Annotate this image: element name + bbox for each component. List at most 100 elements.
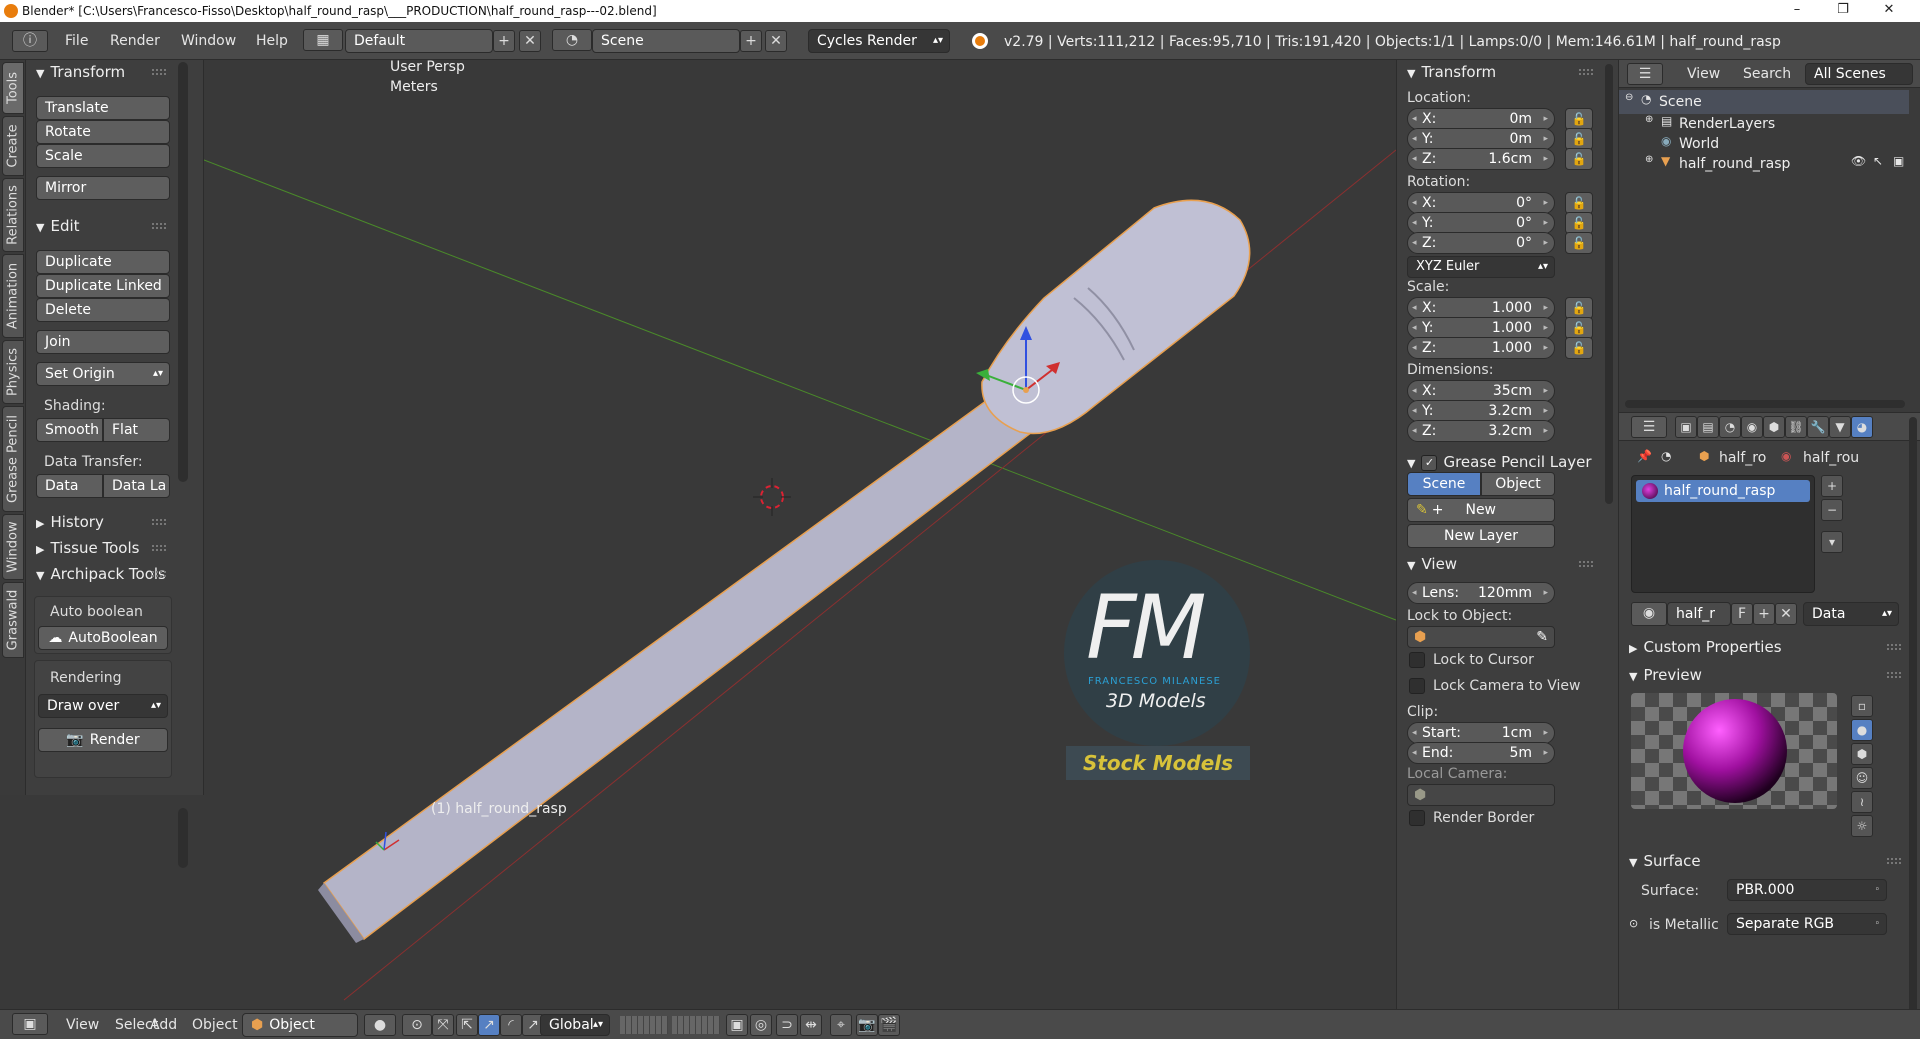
layers-grid-b[interactable] [672,1016,720,1034]
close-window-button[interactable]: ✕ [1866,0,1912,22]
lock-camera-checkbox[interactable] [1409,678,1425,694]
renderlayers-tab-icon[interactable]: ▤ [1697,416,1719,438]
editor-type-info-icon[interactable]: ⓘ [12,30,48,52]
grease-object-button[interactable]: Object [1481,472,1555,496]
render-button[interactable]: 📷 Render [38,728,168,752]
remove-slot-icon[interactable]: − [1821,499,1843,521]
duplicate-button[interactable]: Duplicate [36,250,170,274]
snap-icon[interactable]: ⊃ [776,1014,798,1036]
lock-location-x-icon[interactable]: 🔓 [1565,108,1593,130]
viewport-scene[interactable] [204,60,1396,1009]
mode-select[interactable]: ⬢Object Mode [242,1013,358,1037]
toolshelf-scrollbar[interactable] [178,62,188,482]
tab-relations[interactable]: Relations [2,178,24,252]
join-button[interactable]: Join [36,330,170,354]
screen-layout-field[interactable]: Default [345,29,493,53]
clip-end-field[interactable]: ◂ End: 5m ▸ [1407,742,1555,764]
view-panel-header[interactable]: ▼ View [1397,552,1601,576]
maximize-button[interactable]: ❐ [1820,0,1866,22]
dimensions-x-field[interactable]: ◂ X: 35cm ▸ [1407,380,1555,402]
menu-window[interactable]: Window [181,30,236,52]
lock-rotation-x-icon[interactable]: 🔓 [1565,192,1593,214]
data-layout-button[interactable]: Data La [103,474,170,498]
material-tab-icon[interactable]: ◕ [1851,416,1873,438]
flat-button[interactable]: Flat [103,418,170,442]
location-y-field[interactable]: ◂ Y: 0m ▸ [1407,128,1555,150]
lock-to-cursor-checkbox[interactable] [1409,652,1425,668]
selectable-cursor-icon[interactable]: ↖ [1873,154,1883,168]
shading-mode-icon[interactable]: ● [364,1014,396,1036]
material-browse-icon[interactable]: ◉ [1631,602,1667,626]
render-engine-select[interactable]: Cycles Render ▴▾ [808,29,950,53]
3d-viewport[interactable]: User Persp Meters (1) half_round_rasp FM… [204,60,1396,1009]
snap-element-icon[interactable]: ⇹ [800,1014,822,1036]
tab-physics[interactable]: Physics [2,340,24,404]
expand-renderlayers-icon[interactable]: ⊕ [1645,114,1653,125]
grease-scene-button[interactable]: Scene [1407,472,1481,496]
opengl-render-icon[interactable]: 📷 [856,1014,878,1036]
rotation-y-field[interactable]: ◂ Y: 0° ▸ [1407,212,1555,234]
breadcrumb-object[interactable]: half_ro [1719,450,1766,466]
tab-graswald[interactable]: Graswald [2,582,24,658]
lock-location-z-icon[interactable]: 🔓 [1565,148,1593,170]
tab-window[interactable]: Window [2,514,24,580]
properties-editor-icon[interactable]: ☰ [1631,416,1667,438]
menu-render[interactable]: Render [110,30,160,52]
translate-button[interactable]: Translate [36,96,170,120]
tab-create[interactable]: Create [2,116,24,176]
manipulator-scale-icon[interactable]: ◜ [500,1014,522,1036]
rotate-button[interactable]: Rotate [36,120,170,144]
lock-scale-y-icon[interactable]: 🔓 [1565,317,1593,339]
location-x-field[interactable]: ◂ X: 0m ▸ [1407,108,1555,130]
delete-button[interactable]: Delete [36,298,170,322]
new-material-icon[interactable]: + [1753,603,1775,625]
npanel-transform-header[interactable]: ▼ Transform [1397,60,1601,84]
render-tab-icon[interactable]: ▣ [1675,416,1697,438]
pivot-point-icon[interactable]: ⊙ [402,1014,432,1036]
local-camera-field[interactable]: ⬢ [1407,784,1555,806]
grease-new-button[interactable]: ✎ + New [1407,498,1555,522]
lock-to-object-field[interactable]: ⬢ ✎ [1407,626,1555,648]
lock-location-y-icon[interactable]: 🔓 [1565,128,1593,150]
auto-boolean-button[interactable]: ☁ AutoBoolean [38,626,168,650]
rotation-z-field[interactable]: ◂ Z: 0° ▸ [1407,232,1555,254]
set-origin-select[interactable]: Set Origin ▴▾ [36,362,170,386]
tab-grease-pencil[interactable]: Grease Pencil [2,406,24,512]
menu-help[interactable]: Help [256,30,288,52]
preview-monkey-icon[interactable]: ☺ [1851,767,1873,789]
menu-file[interactable]: File [65,30,88,52]
viewport-editor-icon[interactable]: ▣ [12,1013,48,1035]
archipack-panel-header[interactable]: ▼ Archipack Tools [26,562,174,586]
lock-scale-x-icon[interactable]: 🔓 [1565,297,1593,319]
material-slots-list[interactable]: half_round_rasp [1631,475,1815,593]
preview-sky-icon[interactable]: ☼ [1851,815,1873,837]
mirror-button[interactable]: Mirror [36,176,170,200]
menu-add[interactable]: Add [150,1015,177,1035]
manipulator-translate-icon[interactable]: ⇱ [456,1014,478,1036]
preview-sphere-icon[interactable]: ● [1851,719,1873,741]
breadcrumb-material[interactable]: half_rou [1803,450,1859,466]
material-name-field[interactable]: half_r [1667,602,1731,626]
expand-object-icon[interactable]: ⊕ [1645,154,1653,165]
lock-rotation-y-icon[interactable]: 🔓 [1565,212,1593,234]
modifiers-tab-icon[interactable]: 🔧 [1807,416,1829,438]
fake-user-button[interactable]: F [1731,603,1753,625]
slot-specials-icon[interactable]: ▾ [1821,531,1843,553]
object-tab-icon[interactable]: ⬢ [1763,416,1785,438]
minimize-button[interactable]: – [1774,0,1820,22]
location-z-field[interactable]: ◂ Z: 1.6cm ▸ [1407,148,1555,170]
data-tab-icon[interactable]: ▼ [1829,416,1851,438]
orientation-select[interactable]: Global ▴▾ [540,1014,610,1036]
manipulator-toggle-icon[interactable]: ⤧ [432,1014,454,1036]
outliner-view-menu[interactable]: View [1687,64,1720,84]
custom-properties-header[interactable]: ▶ Custom Properties [1619,635,1909,659]
scale-button[interactable]: Scale [36,144,170,168]
visibility-eye-icon[interactable]: 👁 [1851,154,1866,168]
grease-pencil-header[interactable]: ▼ ✓ Grease Pencil Layer [1397,450,1601,474]
lock-layers-icon[interactable]: ▣ [726,1014,748,1036]
smooth-button[interactable]: Smooth [36,418,103,442]
dimensions-y-field[interactable]: ◂ Y: 3.2cm ▸ [1407,400,1555,422]
tab-tools[interactable]: Tools [2,62,24,114]
rotation-x-field[interactable]: ◂ X: 0° ▸ [1407,192,1555,214]
edit-panel-header[interactable]: ▼ Edit [26,214,174,238]
